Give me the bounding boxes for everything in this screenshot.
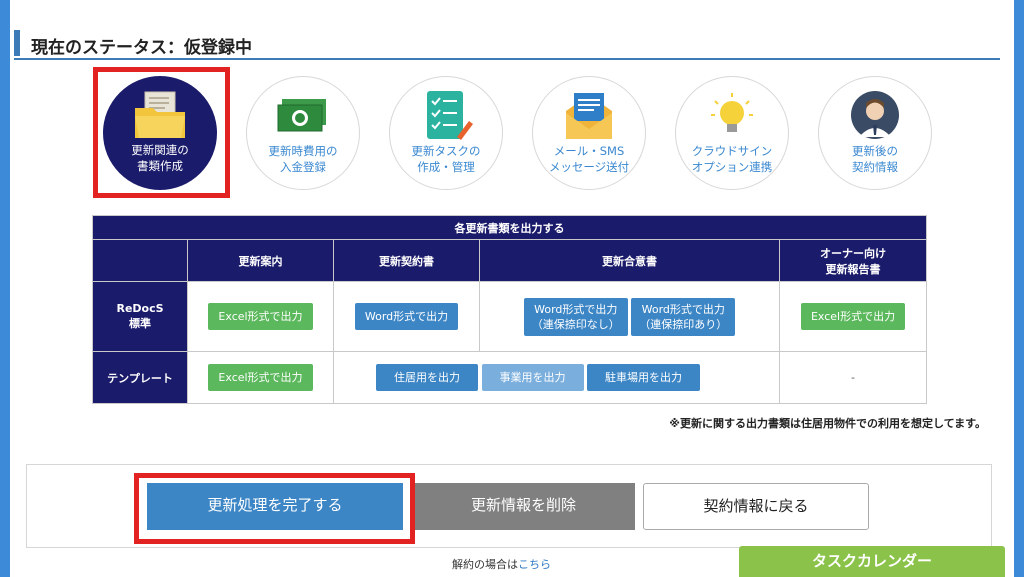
status-bar: 現在のステータス：仮登録中 [14,30,1000,60]
table-header-renewal-agreement: 更新合意書 [479,239,780,282]
step-label: メール・SMS メッセージ送付 [548,144,630,174]
page-title: 現在のステータス：仮登録中 [31,38,252,58]
table-cell: Word形式で出力 [333,281,480,352]
output-documents-table: 各更新書類を出力する 更新案内 更新契約書 更新合意書 オーナー向け 更新報告書 … [91,215,928,404]
step-contract-info[interactable]: 更新後の 契約情報 [818,76,932,190]
step-label: 更新時費用の 入金登録 [268,144,338,174]
table-cell-dash: - [778,351,928,404]
table-header-renewal-contract: 更新契約書 [333,239,480,282]
parking-export-button[interactable]: 駐車場用を出力 [587,364,700,391]
word-export-button[interactable]: Word形式で出力 [354,303,459,330]
delete-renewal-button[interactable]: 更新情報を削除 [412,483,635,530]
table-cell: 住居用を出力 事業用を出力 駐車場用を出力 [333,351,780,404]
lightbulb-icon [711,93,753,132]
person-icon [851,91,899,139]
highlight-box-step [93,67,230,198]
table-header-empty [92,239,188,282]
usage-note: ※更新に関する出力書類は住居用物件での利用を想定してます。 [669,417,986,430]
back-to-contract-button[interactable]: 契約情報に戻る [643,483,869,530]
excel-export-button[interactable]: Excel形式で出力 [208,303,313,330]
word-export-with-seal-button[interactable]: Word形式で出力 （連保捺印あり） [631,297,736,336]
template-excel-export-button[interactable]: Excel形式で出力 [208,364,313,391]
step-message-sending[interactable]: メール・SMS メッセージ送付 [532,76,646,190]
step-payment-registration[interactable]: 更新時費用の 入金登録 [246,76,360,190]
table-header-owner-report: オーナー向け 更新報告書 [778,239,928,282]
business-export-button[interactable]: 事業用を出力 [481,364,584,391]
table-caption: 各更新書類を出力する [91,215,928,240]
table-cell: Excel形式で出力 [778,281,928,352]
step-task-management[interactable]: 更新タスクの 作成・管理 [389,76,503,190]
residential-export-button[interactable]: 住居用を出力 [376,364,478,391]
cancel-text: 解約の場合はこちら [452,558,551,571]
highlight-box-complete [134,473,415,544]
step-cloudsign-option[interactable]: クラウドサイン オプション連携 [675,76,789,190]
table-cell: Excel形式で出力 [187,281,334,352]
step-label: クラウドサイン オプション連携 [691,144,773,174]
step-label: 更新タスクの 作成・管理 [411,144,481,174]
step-label: 更新後の 契約情報 [852,144,898,174]
table-cell: Word形式で出力 （連保捺印なし） Word形式で出力 （連保捺印あり） [479,281,780,352]
envelope-icon [566,93,612,139]
owner-excel-export-button[interactable]: Excel形式で出力 [800,303,906,330]
row-label-redocs: ReDocS 標準 [92,281,188,352]
right-rail [1014,0,1024,577]
money-icon [277,99,326,132]
left-rail [0,0,10,577]
cancel-link[interactable]: こちら [518,558,551,571]
word-export-no-seal-button[interactable]: Word形式で出力 （連保捺印なし） [523,297,628,336]
table-cell: Excel形式で出力 [187,351,334,404]
table-header-renewal-guide: 更新案内 [187,239,334,282]
row-label-template: テンプレート [92,351,188,404]
status-accent [14,30,20,56]
task-calendar-tab[interactable]: タスクカレンダー [739,546,1005,577]
checklist-icon [427,91,473,140]
